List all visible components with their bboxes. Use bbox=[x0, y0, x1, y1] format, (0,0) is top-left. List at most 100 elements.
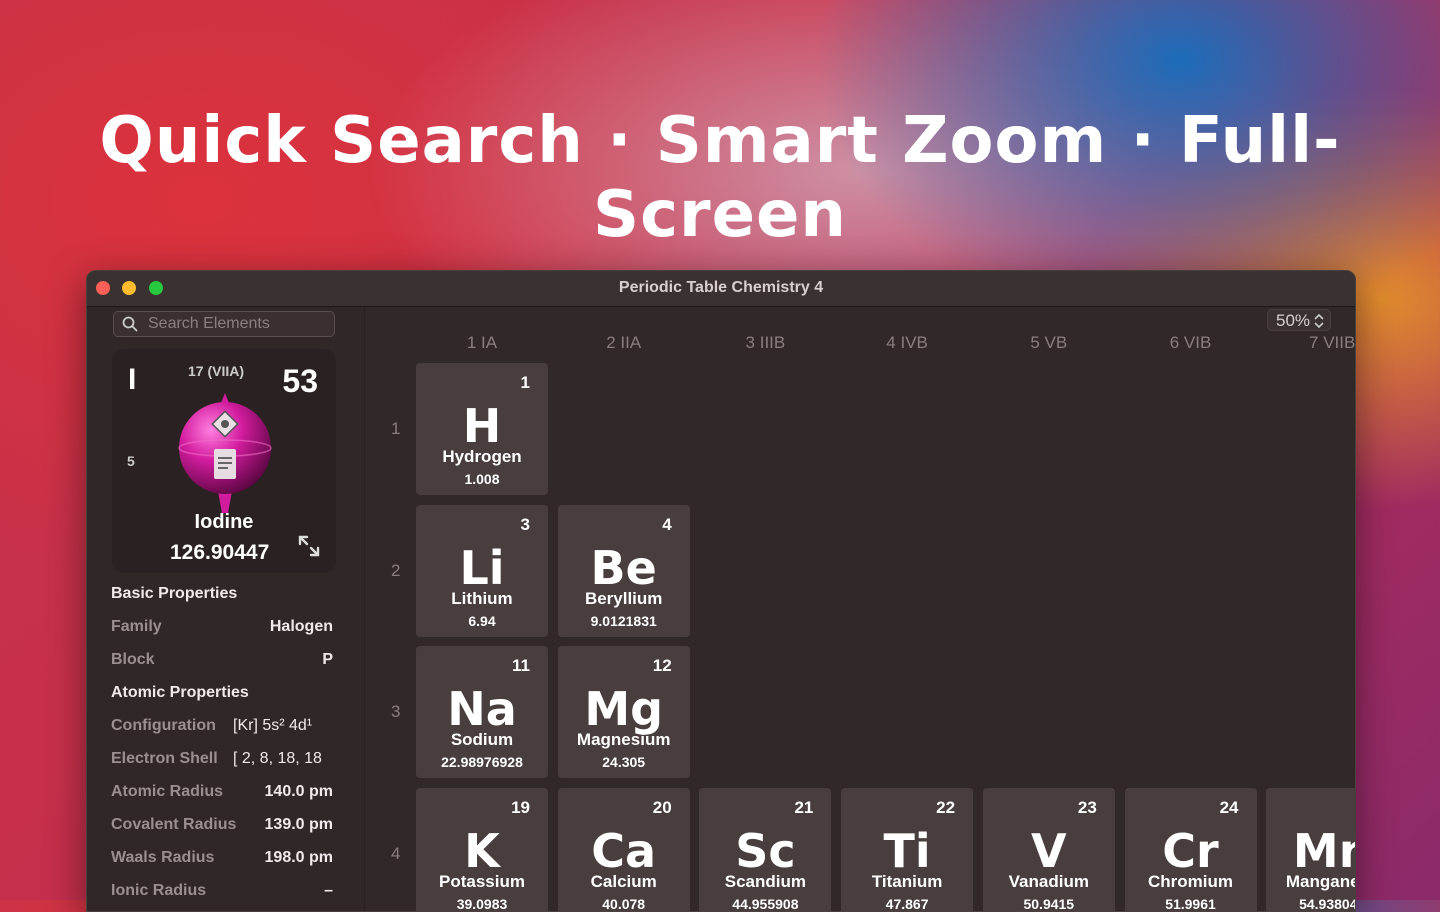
property-label: Configuration bbox=[111, 717, 216, 734]
element-mass: 47.867 bbox=[885, 896, 929, 912]
property-value: P bbox=[322, 651, 333, 668]
group-header: 5 VB bbox=[1030, 333, 1068, 352]
period-label: 2 bbox=[391, 560, 401, 580]
element-name: Potassium bbox=[439, 872, 525, 892]
element-symbol: K bbox=[464, 824, 500, 879]
element-mass: 40.078 bbox=[602, 896, 646, 912]
element-name: Manganese bbox=[1285, 872, 1355, 892]
chevron-updown-icon bbox=[1314, 314, 1324, 328]
element-mass: 9.0121831 bbox=[590, 612, 657, 629]
property-value: [Kr] 5s² 4d¹ bbox=[233, 717, 313, 734]
selected-element-card[interactable]: I 17 (VIIA) 53 5 Iodine 126.90447 bbox=[112, 349, 336, 573]
element-symbol: Sc bbox=[735, 824, 796, 879]
element-symbol: Mg bbox=[584, 682, 664, 737]
element-symbol: V bbox=[1030, 824, 1067, 879]
element-name: Calcium bbox=[590, 872, 657, 892]
element-number: 19 bbox=[511, 798, 530, 818]
group-header: 3 IIIB bbox=[745, 333, 786, 352]
element-symbol: Li bbox=[459, 540, 505, 595]
element-number: 23 bbox=[1077, 798, 1097, 818]
property-value: 140.0 pm bbox=[264, 783, 333, 800]
property-row: Covalent Radius 139.0 pm bbox=[111, 808, 333, 841]
element-mass: 6.94 bbox=[468, 612, 496, 629]
element-tile[interactable]: 1 H Hydrogen 1.008 bbox=[416, 363, 548, 495]
element-tile[interactable]: 20 Ca Calcium 40.078 bbox=[557, 788, 690, 912]
period-label: 1 bbox=[391, 419, 401, 438]
expand-icon[interactable] bbox=[298, 535, 320, 557]
selected-group: 17 (VIIA) bbox=[188, 363, 245, 379]
element-number: 24 bbox=[1219, 798, 1239, 818]
element-symbol: Na bbox=[447, 682, 517, 737]
element-symbol: H bbox=[462, 399, 502, 453]
element-tile[interactable]: 19 K Potassium 39.0983 bbox=[416, 788, 548, 912]
search-box[interactable] bbox=[113, 311, 335, 337]
property-row: Waals Radius 198.0 pm bbox=[111, 841, 333, 874]
element-mass: 39.0983 bbox=[456, 896, 508, 912]
element-name: Vanadium bbox=[1008, 872, 1089, 892]
property-row: Configuration [Kr] 5s² 4d¹ bbox=[111, 709, 333, 742]
property-label: Atomic Radius bbox=[111, 783, 224, 800]
group-header: 4 IVB bbox=[886, 333, 928, 352]
element-name: Titanium bbox=[871, 872, 943, 892]
element-mass: 24.305 bbox=[602, 754, 646, 771]
property-row: Electron Shell [ 2, 8, 18, 18 bbox=[111, 742, 333, 775]
element-name: Scandium bbox=[724, 872, 807, 892]
period-label: 3 bbox=[391, 702, 401, 722]
element-symbol: Mn bbox=[1292, 824, 1355, 879]
periodic-table-view: 50% 1 IA 2 IIA 3 IIIB 4 IVB 5 VB 6 VIB 7 VIIB 1… bbox=[365, 307, 1355, 911]
property-label: Waals Radius bbox=[111, 849, 215, 866]
selected-symbol: I bbox=[128, 363, 137, 396]
element-tile[interactable]: 12 Mg Magnesium 24.305 bbox=[557, 646, 690, 779]
property-value: – bbox=[324, 882, 333, 899]
property-row: Family Halogen bbox=[111, 610, 333, 643]
title-bar[interactable]: Periodic Table Chemistry 4 bbox=[87, 271, 1355, 307]
element-tile[interactable]: 24 Cr Chromium 51.9961 bbox=[1124, 788, 1257, 912]
element-number: 22 bbox=[936, 798, 956, 818]
element-mass: 1.008 bbox=[464, 471, 500, 487]
selected-period: 5 bbox=[127, 453, 135, 469]
element-symbol: Ca bbox=[591, 824, 657, 879]
atomic-properties-heading: Atomic Properties bbox=[111, 684, 249, 701]
element-number: 3 bbox=[520, 514, 530, 534]
property-label: Ionic Radius bbox=[111, 882, 207, 899]
element-mass: 22.98976928 bbox=[441, 754, 523, 771]
element-number: 21 bbox=[794, 798, 814, 818]
element-mass: 44.955908 bbox=[732, 896, 799, 912]
element-name: Chromium bbox=[1148, 872, 1233, 892]
zoom-control[interactable]: 50% bbox=[1267, 309, 1331, 331]
element-sphere-image bbox=[178, 393, 272, 513]
app-window: Periodic Table Chemistry 4 I 17 (VIIA) 5… bbox=[86, 270, 1356, 912]
element-tile[interactable]: 4 Be Beryllium 9.0121831 bbox=[557, 504, 690, 637]
element-tile[interactable]: 22 Ti Titanium 47.867 bbox=[841, 788, 974, 912]
element-name: Sodium bbox=[450, 730, 514, 750]
basic-properties-heading: Basic Properties bbox=[111, 585, 238, 602]
element-symbol: Cr bbox=[1162, 824, 1219, 879]
element-tile[interactable]: 25MnManganese54.938044 bbox=[1266, 788, 1355, 912]
element-mass: 50.9415 bbox=[1023, 896, 1075, 912]
element-tile[interactable]: 11 Na Sodium 22.98976928 bbox=[416, 646, 548, 779]
selected-atomic-number: 53 bbox=[282, 363, 318, 399]
period-label: 4 bbox=[391, 844, 401, 864]
element-tile[interactable]: 3 Li Lithium 6.94 bbox=[416, 504, 548, 637]
element-mass: 54.938044 bbox=[1299, 896, 1355, 912]
property-label: Electron Shell bbox=[111, 750, 218, 767]
group-header: 6 VIB bbox=[1169, 333, 1212, 352]
zoom-value: 50% bbox=[1276, 311, 1311, 330]
search-icon bbox=[122, 316, 138, 332]
element-number: 1 bbox=[520, 373, 530, 392]
group-header: 1 IA bbox=[466, 333, 498, 352]
element-name: Lithium bbox=[451, 588, 513, 608]
headline: Quick Search · Smart Zoom · Full-Screen bbox=[99, 104, 1341, 252]
element-tile[interactable]: 21 Sc Scandium 44.955908 bbox=[699, 788, 832, 912]
properties-panel: Basic Properties Family Halogen Block P Ato… bbox=[111, 577, 333, 907]
property-value: Halogen bbox=[269, 618, 333, 635]
element-mass: 51.9961 bbox=[1165, 896, 1216, 912]
group-header: 7 VIIB bbox=[1309, 333, 1356, 352]
element-tile[interactable]: 23 V Vanadium 50.9415 bbox=[982, 788, 1115, 912]
element-number: 20 bbox=[652, 798, 672, 818]
window-title: Periodic Table Chemistry 4 bbox=[618, 279, 824, 296]
element-name: Beryllium bbox=[584, 588, 663, 608]
element-number: 4 bbox=[662, 514, 672, 534]
search-input[interactable] bbox=[148, 314, 328, 334]
group-header: 2 IIA bbox=[606, 333, 642, 352]
